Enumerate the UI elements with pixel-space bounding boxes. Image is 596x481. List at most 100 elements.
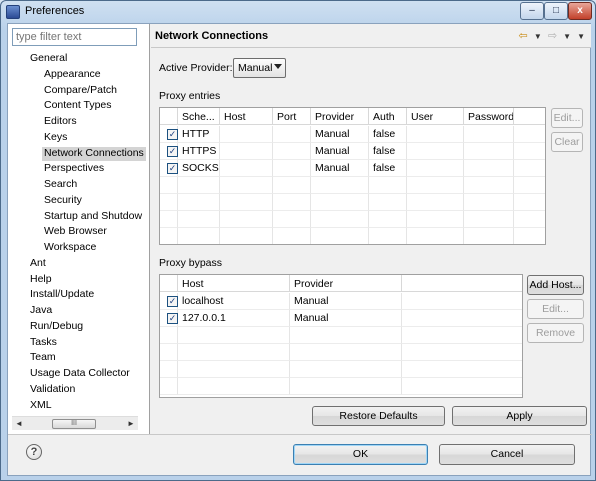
- empty-cell: [273, 177, 311, 194]
- tree-item[interactable]: Tasks: [30, 336, 57, 350]
- tree-item[interactable]: Startup and Shutdow: [44, 210, 142, 224]
- empty-cell: [464, 177, 514, 194]
- table-cell-auth[interactable]: false: [369, 160, 407, 177]
- forward-arrow-icon[interactable]: ⇨: [548, 29, 557, 42]
- close-button[interactable]: x: [568, 2, 592, 20]
- tree-item[interactable]: Validation: [30, 383, 75, 397]
- column-header[interactable]: Provider: [311, 108, 369, 125]
- empty-cell: [514, 160, 545, 177]
- tree-item[interactable]: Content Types: [44, 99, 112, 113]
- table-cell-auth[interactable]: false: [369, 143, 407, 160]
- table-cell-provider[interactable]: Manual: [290, 293, 402, 310]
- tree-item[interactable]: Compare/Patch: [44, 84, 117, 98]
- forward-dropdown-icon[interactable]: ▼: [563, 32, 571, 41]
- column-header[interactable]: Host: [178, 275, 290, 292]
- table-cell-user[interactable]: [407, 143, 464, 160]
- tree-item[interactable]: Usage Data Collector: [30, 367, 130, 381]
- filter-input[interactable]: [12, 28, 137, 46]
- column-header[interactable]: Port: [273, 108, 311, 125]
- proxy-entry-edit-button[interactable]: Edit...: [551, 108, 583, 128]
- scroll-left-icon[interactable]: ◄: [12, 417, 26, 431]
- back-dropdown-icon[interactable]: ▼: [534, 32, 542, 41]
- back-arrow-icon[interactable]: ⇦: [519, 29, 528, 42]
- minimize-button[interactable]: –: [520, 2, 544, 20]
- tree-item[interactable]: Java: [30, 304, 52, 318]
- scroll-right-icon[interactable]: ►: [124, 417, 138, 431]
- table-cell-password[interactable]: [464, 143, 514, 160]
- proxy-entry-checkbox[interactable]: ✓: [167, 129, 178, 140]
- table-cell-scheme[interactable]: HTTP: [178, 126, 220, 143]
- title-bar[interactable]: Preferences – □ x: [1, 1, 595, 23]
- table-cell-provider[interactable]: Manual: [311, 126, 369, 143]
- scrollbar-thumb[interactable]: III: [52, 419, 96, 429]
- table-cell-provider[interactable]: Manual: [311, 160, 369, 177]
- bypass-edit-button[interactable]: Edit...: [527, 299, 584, 319]
- empty-cell: [514, 211, 545, 228]
- proxy-entry-checkbox[interactable]: ✓: [167, 146, 178, 157]
- proxy-entry-clear-button[interactable]: Clear: [551, 132, 583, 152]
- empty-cell: [290, 327, 402, 344]
- proxy-entries-table[interactable]: Sche... Host Port Provider Auth User Password ✓…: [159, 107, 546, 245]
- cancel-button[interactable]: Cancel: [439, 444, 575, 465]
- tree-item[interactable]: Search: [44, 178, 77, 192]
- bypass-host-checkbox[interactable]: ✓: [167, 296, 178, 307]
- tree-item[interactable]: Install/Update: [30, 288, 94, 302]
- column-header[interactable]: Auth: [369, 108, 407, 125]
- tree-item[interactable]: XML: [30, 399, 52, 413]
- tree-item[interactable]: Web Browser: [44, 225, 107, 239]
- help-icon[interactable]: ?: [26, 444, 42, 460]
- table-cell-host[interactable]: 127.0.0.1: [178, 310, 290, 327]
- tree-item[interactable]: Appearance: [44, 68, 101, 82]
- column-header[interactable]: Host: [220, 108, 273, 125]
- table-cell-port[interactable]: [273, 126, 311, 143]
- tree-item[interactable]: Editors: [44, 115, 77, 129]
- table-cell-port[interactable]: [273, 160, 311, 177]
- tree-item[interactable]: Ant: [30, 257, 46, 271]
- empty-cell: [290, 378, 402, 395]
- table-cell-user[interactable]: [407, 126, 464, 143]
- apply-button[interactable]: Apply: [452, 406, 587, 426]
- tree-horizontal-scrollbar[interactable]: ◄ III ►: [12, 416, 138, 430]
- ok-button[interactable]: OK: [293, 444, 428, 465]
- tree-item[interactable]: Help: [30, 273, 52, 287]
- tree-item[interactable]: Team: [30, 351, 56, 365]
- tree-item[interactable]: Network Connections: [42, 146, 146, 161]
- tree-item[interactable]: Run/Debug: [30, 320, 83, 334]
- tree-item[interactable]: Keys: [44, 131, 67, 145]
- empty-cell: [220, 228, 273, 244]
- table-cell-provider[interactable]: Manual: [290, 310, 402, 327]
- tree-item[interactable]: Perspectives: [44, 162, 104, 176]
- empty-cell: [160, 378, 178, 395]
- table-cell-host[interactable]: [220, 143, 273, 160]
- add-host-button[interactable]: Add Host...: [527, 275, 584, 295]
- table-cell-provider[interactable]: Manual: [311, 143, 369, 160]
- table-cell-host[interactable]: [220, 160, 273, 177]
- maximize-button[interactable]: □: [544, 2, 568, 20]
- table-cell-password[interactable]: [464, 160, 514, 177]
- bypass-host-checkbox[interactable]: ✓: [167, 313, 178, 324]
- restore-defaults-button[interactable]: Restore Defaults: [312, 406, 445, 426]
- table-cell-auth[interactable]: false: [369, 126, 407, 143]
- chevron-down-icon: [274, 64, 282, 69]
- table-cell-password[interactable]: [464, 126, 514, 143]
- empty-cell: [402, 293, 522, 310]
- bypass-remove-button[interactable]: Remove: [527, 323, 584, 343]
- table-cell-host[interactable]: [220, 126, 273, 143]
- tree-item[interactable]: Security: [44, 194, 82, 208]
- proxy-entry-checkbox[interactable]: ✓: [167, 163, 178, 174]
- table-cell-port[interactable]: [273, 143, 311, 160]
- active-provider-select[interactable]: Manual: [233, 58, 286, 78]
- column-header[interactable]: Provider: [290, 275, 402, 292]
- tree-item[interactable]: Workspace: [44, 241, 96, 255]
- column-header[interactable]: Password: [464, 108, 514, 125]
- tree-item[interactable]: General: [30, 52, 67, 66]
- view-menu-icon[interactable]: ▼: [577, 32, 585, 41]
- empty-cell: [220, 177, 273, 194]
- column-header[interactable]: Sche...: [178, 108, 220, 125]
- column-header[interactable]: User: [407, 108, 464, 125]
- proxy-bypass-table[interactable]: Host Provider ✓ localhost Manual ✓ 127.0.0.1 Ma…: [159, 274, 523, 398]
- table-cell-scheme[interactable]: SOCKS: [178, 160, 220, 177]
- table-cell-user[interactable]: [407, 160, 464, 177]
- table-cell-scheme[interactable]: HTTPS: [178, 143, 220, 160]
- table-cell-host[interactable]: localhost: [178, 293, 290, 310]
